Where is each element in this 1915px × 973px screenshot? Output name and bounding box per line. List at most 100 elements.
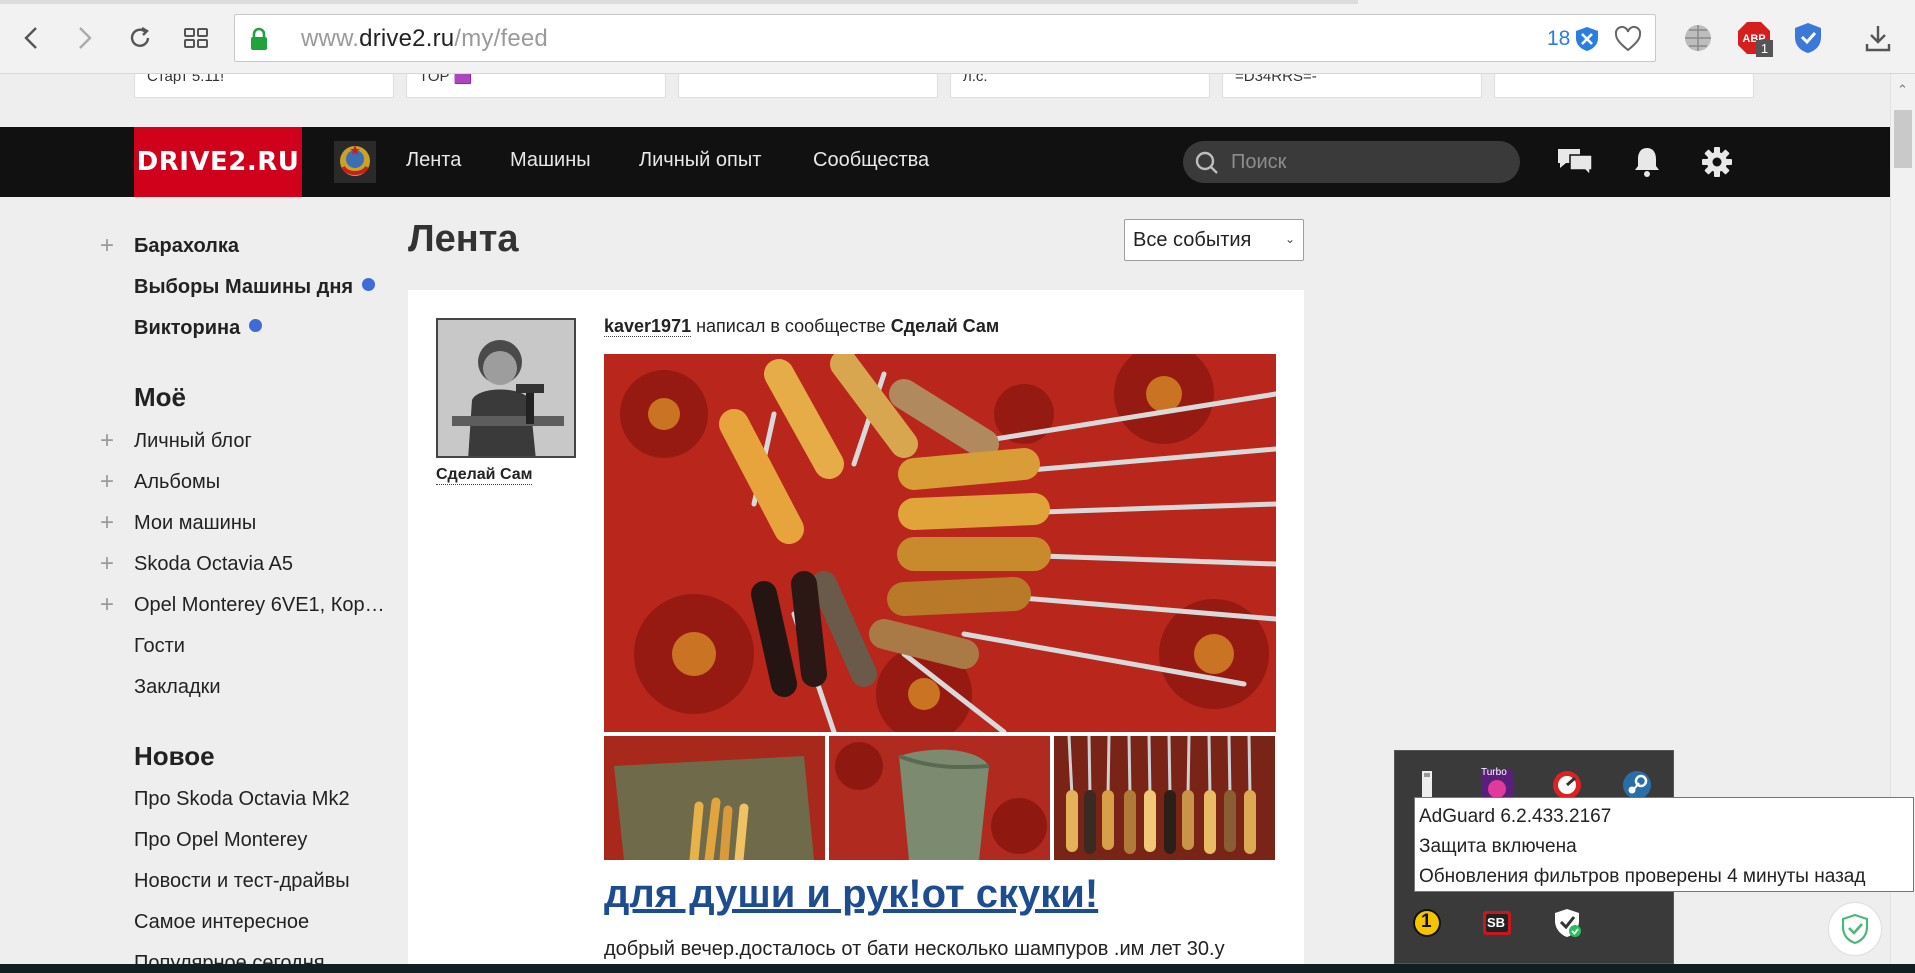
sidebar-item-label: Про Skoda Octavia Mk2 xyxy=(134,788,350,810)
download-icon xyxy=(1865,26,1891,52)
nav-cars[interactable]: Машины xyxy=(510,149,591,172)
sb-label: SB xyxy=(1487,915,1506,930)
url-host: drive2.ru xyxy=(359,25,455,52)
post-thumbnail[interactable] xyxy=(1054,736,1275,860)
sidebar-item-label: Новости и тест-драйвы xyxy=(134,870,350,892)
one-icon[interactable]: 1 xyxy=(1409,905,1445,941)
boy-photo-image xyxy=(438,320,574,456)
events-filter-value: Все события xyxy=(1133,229,1252,251)
section-heading-new: Новое xyxy=(134,741,215,771)
heart-icon[interactable] xyxy=(1613,25,1643,53)
speed-dial-card[interactable]: TOP 🟪 xyxy=(406,74,666,98)
sidebar-item-label: Барахолка xyxy=(134,235,240,257)
nav-personal-experience[interactable]: Личный опыт xyxy=(639,149,761,172)
url-text: www.drive2.ru/my/feed xyxy=(301,25,548,53)
author-link[interactable]: kaver1971 xyxy=(604,316,692,337)
tab-grid-icon xyxy=(184,28,208,48)
plus-icon[interactable]: + xyxy=(100,511,114,535)
events-filter-select[interactable]: Все события ⌄ xyxy=(1124,219,1304,261)
adguard-extension-button[interactable] xyxy=(1790,20,1826,56)
new-dot-icon xyxy=(362,278,376,291)
community-name[interactable]: Сделай Сам xyxy=(436,466,533,485)
bell-icon[interactable] xyxy=(1628,145,1666,179)
search-icon xyxy=(1195,151,1218,174)
sidebar-item-label: Самое интересное xyxy=(134,911,310,933)
downloads-button[interactable] xyxy=(1860,20,1896,56)
search-box xyxy=(1183,141,1520,183)
speed-dial-card[interactable] xyxy=(1494,74,1754,98)
sb-icon[interactable]: SB xyxy=(1479,905,1515,941)
globe-button[interactable] xyxy=(1680,20,1716,56)
community-avatar[interactable] xyxy=(436,318,576,458)
chevron-down-icon: ⌄ xyxy=(1284,232,1295,246)
plus-icon[interactable]: + xyxy=(100,234,114,258)
sidebar-item-label: Выборы Машины дня xyxy=(134,276,354,298)
bag-photo-image xyxy=(604,736,825,860)
adguard-tray-icon[interactable] xyxy=(1549,905,1585,941)
post-thumbnail[interactable] xyxy=(829,736,1050,860)
sidebar-item-label: Личный блог xyxy=(134,430,252,452)
speed-dial-strip: Старт 5.11! TOP 🟪 л.с. =D34RRS=- xyxy=(134,74,1754,98)
turbo-label: Turbo xyxy=(1481,767,1507,778)
adguard-shield-icon[interactable] xyxy=(1573,25,1601,53)
adguard-shield-badge-icon xyxy=(1841,913,1869,945)
post-title-link[interactable]: для души и рук!от скуки! xyxy=(604,872,1098,917)
byline-action: написал в сообществе xyxy=(691,316,891,336)
sidebar-item-label: Про Opel Monterey xyxy=(134,829,308,851)
globe-icon xyxy=(1685,25,1711,51)
speed-dial-button[interactable] xyxy=(178,20,214,56)
abp-badge: 1 xyxy=(1756,40,1773,57)
url-prefix: www. xyxy=(301,25,360,52)
skewers-row-photo-image xyxy=(1054,736,1275,860)
page-title: Лента xyxy=(408,218,519,260)
sidebar-item-label: Викторина xyxy=(134,317,241,339)
tooltip-line: Обновления фильтров проверены 4 минуты н… xyxy=(1419,866,1866,887)
sidebar-item-label: Мои машины xyxy=(134,512,257,534)
sidebar-item-label: Закладки xyxy=(134,676,221,698)
reload-button[interactable] xyxy=(122,20,158,56)
back-button[interactable] xyxy=(14,20,50,56)
speed-dial-card[interactable] xyxy=(678,74,938,98)
ussr-crest-icon[interactable] xyxy=(334,141,376,183)
adguard-badge[interactable] xyxy=(1828,902,1882,956)
pouch-photo-image xyxy=(829,736,1050,860)
plus-icon[interactable]: + xyxy=(100,552,114,576)
adblock-plus-button[interactable]: ABP 1 xyxy=(1736,20,1773,57)
post-main-photo[interactable] xyxy=(604,354,1276,732)
feed-post-card: Сделай Сам kaver1971 написал в сообществ… xyxy=(408,290,1304,973)
speed-dial-card[interactable]: =D34RRS=- xyxy=(1222,74,1482,98)
tooltip-line: AdGuard 6.2.433.2167 xyxy=(1419,806,1612,827)
address-bar[interactable]: www.drive2.ru/my/feed 18 xyxy=(234,14,1656,62)
active-tab[interactable] xyxy=(1358,0,1915,4)
tab-strip xyxy=(0,0,1915,4)
forward-arrow-icon xyxy=(79,27,92,49)
search-input[interactable] xyxy=(1231,149,1501,175)
adguard-tooltip: AdGuard 6.2.433.2167 Защита включена Обн… xyxy=(1414,797,1914,892)
community-link[interactable]: Сделай Сам xyxy=(891,316,1000,336)
speed-dial-card-label: =D34RRS=- xyxy=(1235,74,1317,85)
taskbar-edge xyxy=(0,964,1915,973)
site-logo[interactable]: DRIVE2.RU xyxy=(134,127,302,197)
messages-icon[interactable] xyxy=(1556,145,1594,179)
forward-button[interactable] xyxy=(66,20,102,56)
sidebar-item-label-wrap: Викторина xyxy=(134,317,263,340)
nav-feed[interactable]: Лента xyxy=(406,149,461,172)
new-dot-icon xyxy=(249,319,263,332)
plus-icon[interactable]: + xyxy=(100,593,114,617)
blocked-count[interactable]: 18 xyxy=(1547,27,1570,51)
sidebar-item-label: Opel Monterey 6VE1, Корв… xyxy=(134,594,390,616)
speed-dial-card[interactable]: Старт 5.11! xyxy=(134,74,394,98)
speed-dial-card-label: TOP 🟪 xyxy=(419,74,473,85)
plus-icon[interactable]: + xyxy=(100,470,114,494)
sidebar-item-label: Гости xyxy=(134,635,185,657)
speed-dial-card[interactable]: л.с. xyxy=(950,74,1210,98)
scroll-up-icon[interactable]: ⌃ xyxy=(1897,82,1908,98)
lock-icon xyxy=(251,27,267,50)
settings-gear-icon[interactable] xyxy=(1698,145,1736,179)
post-thumbnail[interactable] xyxy=(604,736,825,860)
nav-communities[interactable]: Сообщества xyxy=(813,149,929,172)
scrollbar-thumb[interactable] xyxy=(1894,110,1912,168)
plus-icon[interactable]: + xyxy=(100,429,114,453)
back-arrow-icon xyxy=(24,27,37,49)
browser-toolbar: www.drive2.ru/my/feed 18 ABP 1 xyxy=(0,0,1915,74)
